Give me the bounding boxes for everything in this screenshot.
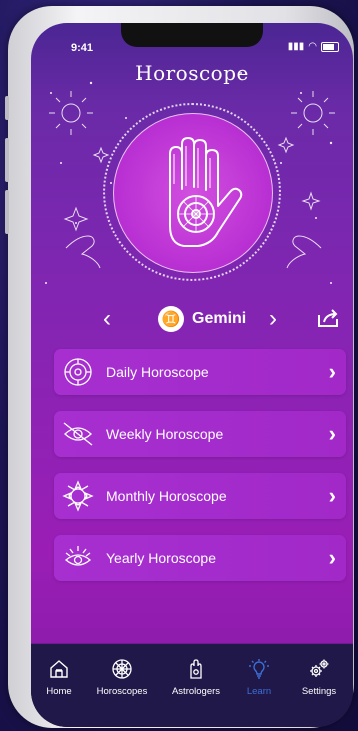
volume-up-button <box>5 138 9 182</box>
tab-horoscopes[interactable]: Horoscopes <box>91 658 153 697</box>
sun-burst-icon <box>62 480 94 512</box>
palm-hand-icon <box>169 137 243 247</box>
chevron-right-icon: › <box>328 421 336 446</box>
eye-icon <box>63 422 93 446</box>
tab-label: Settings <box>301 686 337 697</box>
daily-horoscope-button[interactable]: Daily Horoscope › <box>54 349 346 395</box>
yearly-horoscope-button[interactable]: Yearly Horoscope › <box>54 535 346 581</box>
chevron-left-icon[interactable]: ‹ <box>103 304 111 334</box>
monthly-horoscope-button[interactable]: Monthly Horoscope › <box>54 473 346 519</box>
tab-label: Learn <box>246 686 272 697</box>
palm-medallion <box>103 103 281 281</box>
app-screen: 9:41 ▮▮▮ ◠ Horoscope ‹ ♊ Gemini › Daily … <box>31 23 353 727</box>
menu-label: Monthly Horoscope <box>106 488 227 504</box>
weekly-horoscope-button[interactable]: Weekly Horoscope › <box>54 411 346 457</box>
lightbulb-icon <box>249 659 269 679</box>
sign-selector: ‹ ♊ Gemini › <box>31 304 353 334</box>
tab-label: Home <box>46 686 72 697</box>
volume-down-button <box>5 190 9 234</box>
hamsa-icon <box>190 659 202 679</box>
gemini-icon: ♊ <box>158 306 184 332</box>
sign-label[interactable]: ♊ Gemini <box>158 304 246 334</box>
menu-label: Weekly Horoscope <box>106 426 224 442</box>
chevron-right-icon: › <box>328 545 336 570</box>
palm-medallion-inner <box>113 113 273 273</box>
mute-switch <box>5 96 9 120</box>
tab-label: Astrologers <box>171 686 221 697</box>
chevron-right-icon: › <box>328 359 336 384</box>
sun-circle-icon <box>64 358 92 386</box>
tab-settings[interactable]: Settings <box>293 658 345 697</box>
chevron-right-icon[interactable]: › <box>269 304 277 334</box>
tab-astrologers[interactable]: Astrologers <box>165 658 227 697</box>
gears-icon <box>310 659 329 677</box>
zodiac-wheel-icon <box>112 659 132 679</box>
menu-label: Yearly Horoscope <box>106 550 216 566</box>
home-icon <box>50 660 68 678</box>
sign-name: Gemini <box>192 310 247 327</box>
share-icon[interactable] <box>316 307 340 329</box>
menu-label: Daily Horoscope <box>106 364 209 380</box>
chevron-right-icon: › <box>328 483 336 508</box>
eye-sun-icon <box>64 546 92 566</box>
tab-home[interactable]: Home <box>39 658 79 697</box>
tab-learn[interactable]: Learn <box>239 658 279 697</box>
tab-label: Horoscopes <box>96 686 148 697</box>
tab-bar: Home Horoscopes Astrologers Learn Settin… <box>31 644 353 727</box>
